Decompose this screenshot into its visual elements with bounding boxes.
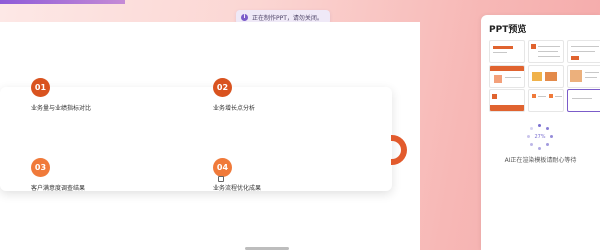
slide-thumbnail-1[interactable] [489,40,525,63]
agenda-number-3: 03 [31,158,50,177]
slide-thumbnail-9-selected[interactable] [567,89,600,112]
agenda-item-4: 04 业务流程优化成果 [213,158,261,192]
agenda-label-3: 客户满意度调查结果 [31,185,86,192]
slide-thumbnail-2[interactable] [528,40,564,63]
agenda-label-2: 业务增长点分析 [213,105,256,112]
slide-thumbnail-8[interactable] [528,89,564,112]
loading-spinner-icon: 27% [527,124,553,150]
slide-thumbnail-7[interactable] [489,89,525,112]
agenda-label-4: 业务流程优化成果 [213,185,262,192]
agenda-label-1: 业务量与业绩指标对比 [31,105,92,112]
agenda-item-3: 03 客户满意度调查结果 [31,158,85,192]
agenda-item-1: 01 业务量与业绩指标对比 [31,78,91,112]
slide-thumbnail-3[interactable] [567,40,600,63]
agenda-number-1: 01 [31,78,50,97]
slide-thumbnail-5[interactable] [528,65,564,88]
progress-percent: 27% [534,134,546,140]
preview-title: PPT预览 [489,25,527,35]
agenda-number-4: 04 [213,158,232,177]
slide-thumbnail-6[interactable] [567,65,600,88]
toast-text: 正在制作PPT，请勿关闭。 [252,15,323,22]
slide-thumbnail-4[interactable] [489,65,525,88]
slide-canvas: 01 业务量与业绩指标对比 02 业务增长点分析 03 客户满意度调查结果 04… [0,22,420,250]
decorative-ring [391,135,407,165]
agenda-number-2: 02 [213,78,232,97]
info-icon: i [241,14,248,21]
top-progress-strip [0,0,125,4]
ppt-preview-panel: PPT预览 27% AI正在渲染模板请耐心等待 [481,15,600,250]
agenda-item-2: 02 业务增长点分析 [213,78,255,112]
render-status-text: AI正在渲染模板请耐心等待 [504,157,577,164]
mouse-cursor-icon [218,176,224,182]
